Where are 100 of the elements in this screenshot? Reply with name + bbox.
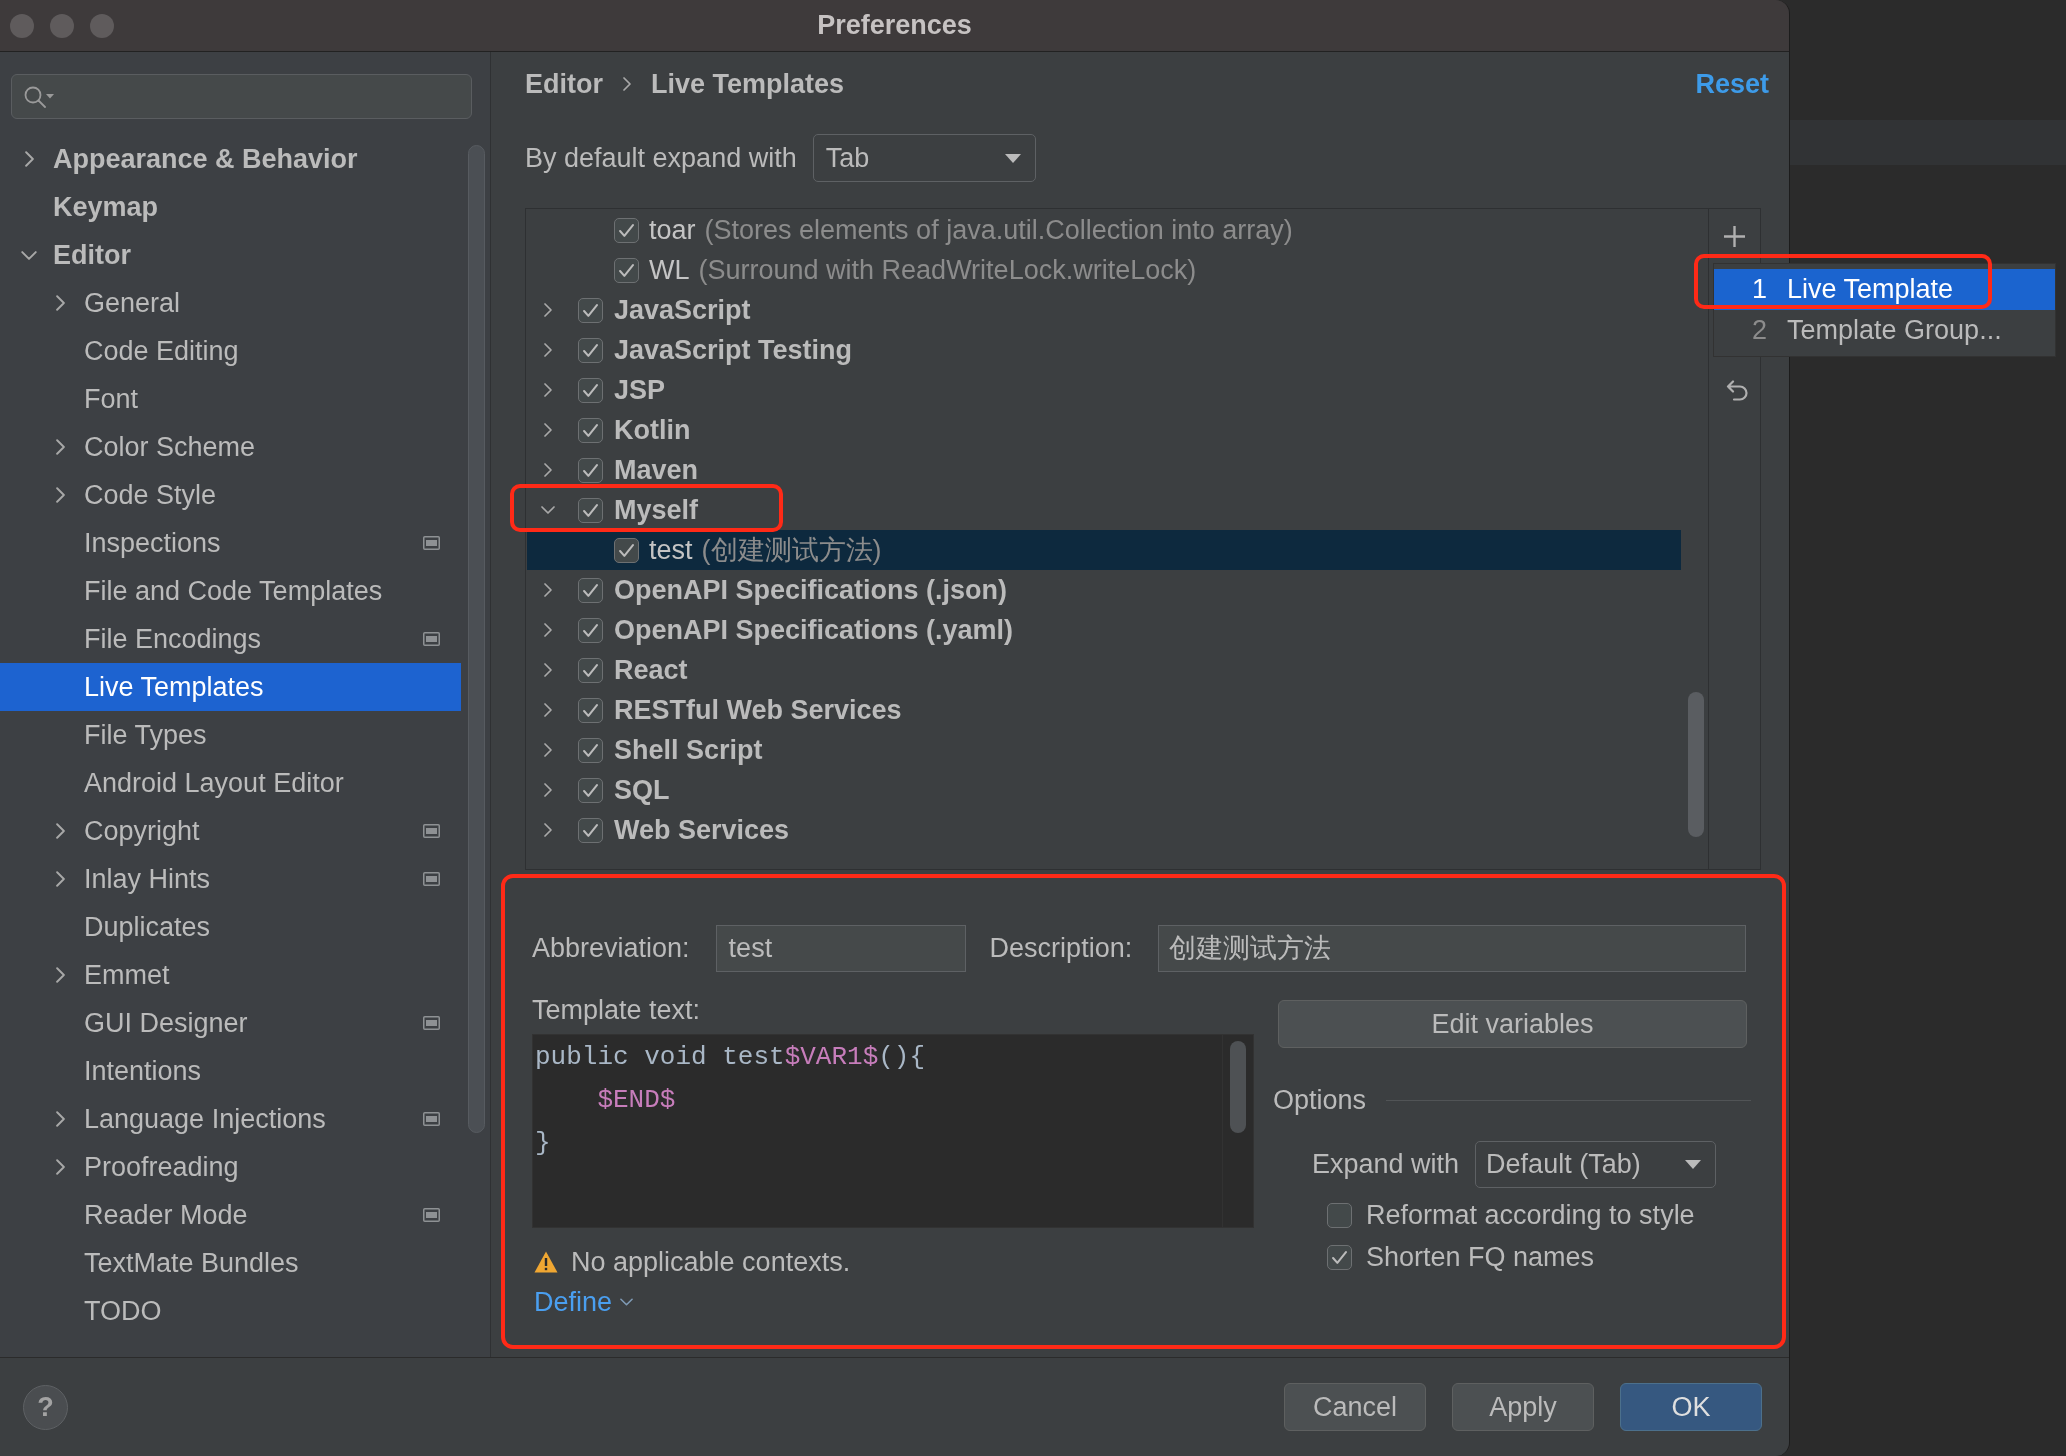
checkbox[interactable] bbox=[578, 457, 603, 483]
expand-with-dropdown[interactable]: Default (Tab) bbox=[1475, 1141, 1717, 1188]
checkbox[interactable] bbox=[614, 257, 639, 283]
tree-row[interactable]: test (创建测试方法) bbox=[527, 530, 1681, 570]
chevron-right-icon[interactable] bbox=[55, 1159, 65, 1175]
menu-item[interactable]: 1 Live Template bbox=[1714, 269, 2055, 310]
checkbox[interactable] bbox=[578, 817, 603, 843]
sidebar-item[interactable]: Intentions bbox=[0, 1047, 461, 1095]
checkbox[interactable] bbox=[578, 377, 603, 403]
chevron-right-icon[interactable] bbox=[55, 487, 65, 503]
help-button[interactable]: ? bbox=[23, 1384, 68, 1430]
chevron-right-icon[interactable] bbox=[544, 623, 552, 637]
tree-row[interactable]: SQL bbox=[527, 770, 1681, 810]
checkbox[interactable] bbox=[1327, 1244, 1352, 1270]
checkbox[interactable] bbox=[578, 297, 603, 323]
chevron-right-icon[interactable] bbox=[24, 151, 34, 167]
chevron-down-icon[interactable] bbox=[541, 506, 555, 514]
sidebar-item[interactable]: Code Style bbox=[0, 471, 461, 519]
tree-row[interactable]: Maven bbox=[527, 450, 1681, 490]
checkbox[interactable] bbox=[614, 217, 639, 243]
sidebar-item[interactable]: TextMate Bundles bbox=[0, 1239, 461, 1287]
sidebar-item[interactable]: Code Editing bbox=[0, 327, 461, 375]
checkbox[interactable] bbox=[1327, 1202, 1352, 1228]
scrollbar-thumb[interactable] bbox=[468, 145, 485, 1133]
chevron-right-icon[interactable] bbox=[544, 463, 552, 477]
checkbox[interactable] bbox=[578, 737, 603, 763]
tree-row[interactable]: React bbox=[527, 650, 1681, 690]
expand-key-dropdown[interactable]: Tab bbox=[812, 134, 1036, 182]
sidebar-item[interactable]: Live Templates bbox=[0, 663, 461, 711]
sidebar-item[interactable]: Android Layout Editor bbox=[0, 759, 461, 807]
sidebar-item[interactable]: Color Scheme bbox=[0, 423, 461, 471]
tree-row[interactable]: RESTful Web Services bbox=[527, 690, 1681, 730]
chevron-right-icon[interactable] bbox=[55, 967, 65, 983]
sidebar-item[interactable]: Editor bbox=[0, 231, 461, 279]
sidebar-item[interactable]: General bbox=[0, 279, 461, 327]
add-icon[interactable] bbox=[1724, 226, 1745, 247]
dialog-button[interactable]: OK bbox=[1620, 1383, 1762, 1431]
abbreviation-field[interactable]: test bbox=[715, 925, 966, 972]
dialog-button[interactable]: Cancel bbox=[1284, 1383, 1426, 1431]
sidebar-item[interactable]: Language Injections bbox=[0, 1095, 461, 1143]
sidebar-item[interactable]: File Encodings bbox=[0, 615, 461, 663]
chevron-right-icon[interactable] bbox=[544, 343, 552, 357]
template-text-editor[interactable]: public void test$VAR1$(){ $END$ } bbox=[532, 1034, 1254, 1228]
sidebar-item[interactable]: Duplicates bbox=[0, 903, 461, 951]
tree-row[interactable]: OpenAPI Specifications (.yaml) bbox=[527, 610, 1681, 650]
sidebar-item[interactable]: Keymap bbox=[0, 183, 461, 231]
chevron-right-icon[interactable] bbox=[544, 383, 552, 397]
menu-item[interactable]: 2 Template Group... bbox=[1714, 310, 2055, 351]
checkbox[interactable] bbox=[614, 537, 639, 563]
chevron-right-icon[interactable] bbox=[544, 783, 552, 797]
tree-row[interactable]: Shell Script bbox=[527, 730, 1681, 770]
tree-row[interactable]: WL (Surround with ReadWriteLock.writeLock) bbox=[527, 250, 1681, 290]
edit-variables-button[interactable]: Edit variables bbox=[1278, 1000, 1747, 1048]
reset-link[interactable]: Reset bbox=[1695, 63, 1769, 105]
sidebar-item[interactable]: File and Code Templates bbox=[0, 567, 461, 615]
dialog-button[interactable]: Apply bbox=[1452, 1383, 1594, 1431]
sidebar-item[interactable]: GUI Designer bbox=[0, 999, 461, 1047]
chevron-right-icon[interactable] bbox=[544, 423, 552, 437]
checkbox[interactable] bbox=[578, 577, 603, 603]
tree-row[interactable]: toar (Stores elements of java.util.Collection into array) bbox=[527, 210, 1681, 250]
tree-row[interactable]: Myself bbox=[527, 490, 1681, 530]
tree-row[interactable]: JSP bbox=[527, 370, 1681, 410]
checkbox[interactable] bbox=[578, 417, 603, 443]
scrollbar-thumb[interactable] bbox=[1688, 692, 1704, 837]
sidebar-item[interactable]: Proofreading bbox=[0, 1143, 461, 1191]
sidebar-item[interactable]: File Types bbox=[0, 711, 461, 759]
tree-row[interactable]: JavaScript bbox=[527, 290, 1681, 330]
define-link[interactable]: Define bbox=[534, 1286, 634, 1318]
chevron-right-icon[interactable] bbox=[55, 1111, 65, 1127]
chevron-right-icon[interactable] bbox=[544, 823, 552, 837]
sidebar-item[interactable]: Inlay Hints bbox=[0, 855, 461, 903]
checkbox[interactable] bbox=[578, 337, 603, 363]
sidebar-item[interactable]: Copyright bbox=[0, 807, 461, 855]
sidebar-item[interactable]: Reader Mode bbox=[0, 1191, 461, 1239]
chevron-right-icon[interactable] bbox=[55, 439, 65, 455]
sidebar-item[interactable]: Font bbox=[0, 375, 461, 423]
checkbox[interactable] bbox=[578, 657, 603, 683]
undo-icon[interactable] bbox=[1725, 380, 1748, 402]
chevron-right-icon[interactable] bbox=[544, 303, 552, 317]
sidebar-item[interactable]: Inspections bbox=[0, 519, 461, 567]
scrollbar-thumb[interactable] bbox=[1230, 1041, 1246, 1133]
sidebar-item[interactable]: TODO bbox=[0, 1287, 461, 1335]
chevron-down-icon[interactable] bbox=[21, 250, 37, 260]
description-field[interactable]: 创建测试方法 bbox=[1158, 925, 1746, 972]
sidebar-item[interactable]: Appearance & Behavior bbox=[0, 135, 461, 183]
checkbox[interactable] bbox=[578, 497, 603, 523]
sidebar-item[interactable]: Emmet bbox=[0, 951, 461, 999]
chevron-right-icon[interactable] bbox=[544, 583, 552, 597]
chevron-right-icon[interactable] bbox=[55, 295, 65, 311]
tree-row[interactable]: Web Services bbox=[527, 810, 1681, 850]
search-field[interactable] bbox=[11, 74, 472, 119]
tree-row[interactable]: OpenAPI Specifications (.json) bbox=[527, 570, 1681, 610]
chevron-right-icon[interactable] bbox=[544, 663, 552, 677]
chevron-right-icon[interactable] bbox=[544, 703, 552, 717]
tree-row[interactable]: Kotlin bbox=[527, 410, 1681, 450]
checkbox[interactable] bbox=[578, 697, 603, 723]
chevron-right-icon[interactable] bbox=[55, 823, 65, 839]
checkbox[interactable] bbox=[578, 617, 603, 643]
chevron-right-icon[interactable] bbox=[544, 743, 552, 757]
checkbox[interactable] bbox=[578, 777, 603, 803]
